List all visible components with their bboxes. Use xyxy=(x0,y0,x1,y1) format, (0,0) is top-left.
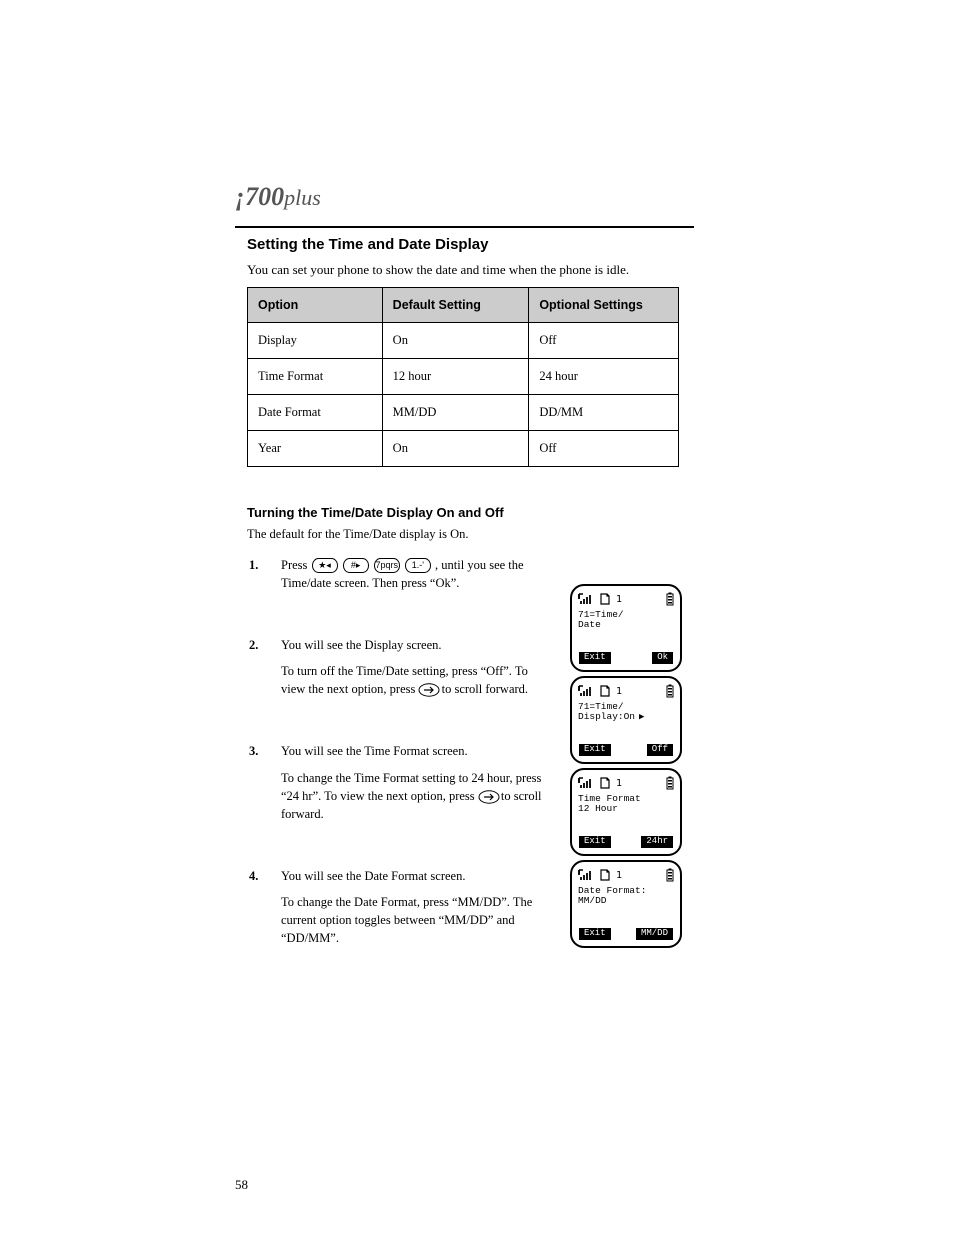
options-table: Option Default Setting Optional Settings… xyxy=(247,287,679,467)
subheading: Turning the Time/Date Display On and Off xyxy=(247,505,694,520)
signal-icon xyxy=(578,777,594,789)
table-row: YearOnOff xyxy=(248,430,679,466)
screen-stack: 1 71=Time/ Date Exit Ok 1 71=Time/ Displ… xyxy=(570,584,682,952)
battery-icon xyxy=(666,684,674,698)
screen-time-format: 1 Time Format 12 Hour Exit 24hr xyxy=(570,768,682,856)
step-number: 2. xyxy=(249,636,258,654)
screen-line: Display:On xyxy=(578,711,635,722)
softkey-left: Exit xyxy=(579,836,611,848)
page-number: 58 xyxy=(235,1177,248,1193)
softkey-right: Ok xyxy=(652,652,673,664)
screen-statusbar: 1 xyxy=(578,591,674,607)
step-item: 3. You will see the Time Format screen. … xyxy=(281,742,551,823)
one-key-icon: 1.-' xyxy=(405,558,431,573)
th-default: Default Setting xyxy=(382,287,529,322)
status-one: 1 xyxy=(616,594,622,605)
th-option: Option xyxy=(248,287,383,322)
softkey-right: Off xyxy=(647,744,673,756)
star-key-icon: ★◂ xyxy=(312,558,338,573)
doc-icon xyxy=(599,593,611,605)
step-item: 1. Press ★◂ #▸ 7pqrs 1.-' , until you se… xyxy=(281,556,551,592)
intro-text: You can set your phone to show the date … xyxy=(247,261,694,279)
battery-icon xyxy=(666,592,674,606)
screen-line: MM/DD xyxy=(578,896,674,906)
signal-icon xyxy=(578,869,594,881)
signal-icon xyxy=(578,593,594,605)
step-number: 3. xyxy=(249,742,258,760)
step-item: 2. You will see the Display screen. To t… xyxy=(281,636,551,698)
doc-icon xyxy=(599,777,611,789)
triangle-right-icon: ▶ xyxy=(639,713,644,723)
softkey-left: Exit xyxy=(579,928,611,940)
table-row: Time Format12 hour24 hour xyxy=(248,358,679,394)
screen-date-format: 1 Date Format: MM/DD Exit MM/DD xyxy=(570,860,682,948)
step-item: 4. You will see the Date Format screen. … xyxy=(281,867,551,948)
step-number: 4. xyxy=(249,867,258,885)
seven-key-icon: 7pqrs xyxy=(374,558,400,573)
scroll-right-icon xyxy=(418,683,438,697)
hash-key-icon: #▸ xyxy=(343,558,369,573)
screen-line: 12 Hour xyxy=(578,804,674,814)
table-row: Date FormatMM/DDDD/MM xyxy=(248,394,679,430)
body-text: The default for the Time/Date display is… xyxy=(247,526,694,542)
softkey-left: Exit xyxy=(579,652,611,664)
page-header: ¡700plus xyxy=(235,182,694,228)
table-row: DisplayOnOff xyxy=(248,322,679,358)
scroll-right-icon xyxy=(478,790,498,804)
screen-time-date: 1 71=Time/ Date Exit Ok xyxy=(570,584,682,672)
screen-display: 1 71=Time/ Display:On▶ Exit Off xyxy=(570,676,682,764)
battery-icon xyxy=(666,868,674,882)
th-optional: Optional Settings xyxy=(529,287,679,322)
section-title: Setting the Time and Date Display xyxy=(247,236,694,253)
softkey-left: Exit xyxy=(579,744,611,756)
product-logo: ¡700plus xyxy=(235,182,321,211)
screen-line: Date xyxy=(578,620,674,630)
battery-icon xyxy=(666,776,674,790)
doc-icon xyxy=(599,685,611,697)
signal-icon xyxy=(578,685,594,697)
softkey-right: 24hr xyxy=(641,836,673,848)
step-number: 1. xyxy=(249,556,258,574)
doc-icon xyxy=(599,869,611,881)
softkey-right: MM/DD xyxy=(636,928,673,940)
